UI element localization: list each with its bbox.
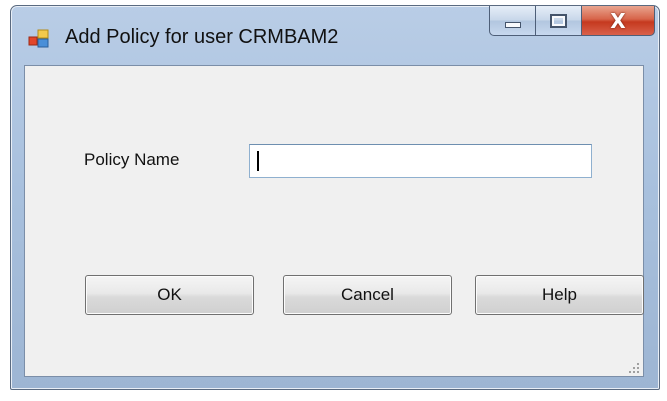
help-button[interactable]: Help	[475, 275, 644, 315]
text-caret	[257, 151, 259, 171]
policy-name-input[interactable]	[249, 144, 592, 178]
ok-button[interactable]: OK	[85, 275, 254, 315]
dialog-client-area: Policy Name OK Cancel Help	[24, 65, 644, 377]
maximize-button[interactable]	[535, 6, 581, 36]
caption-buttons: X	[489, 6, 655, 36]
close-button[interactable]: X	[581, 6, 655, 36]
close-icon: X	[610, 8, 626, 33]
minimize-button[interactable]	[489, 6, 535, 36]
dialog-window: Add Policy for user CRMBAM2 X Policy Nam…	[10, 5, 660, 390]
window-title: Add Policy for user CRMBAM2	[65, 26, 339, 48]
maximize-icon	[550, 13, 567, 28]
policy-name-label: Policy Name	[84, 150, 180, 169]
resize-grip-icon[interactable]	[628, 361, 640, 373]
cancel-button[interactable]: Cancel	[283, 275, 452, 315]
minimize-icon	[504, 21, 521, 28]
app-icon	[28, 29, 50, 49]
title-bar[interactable]: Add Policy for user CRMBAM2 X	[11, 6, 659, 64]
